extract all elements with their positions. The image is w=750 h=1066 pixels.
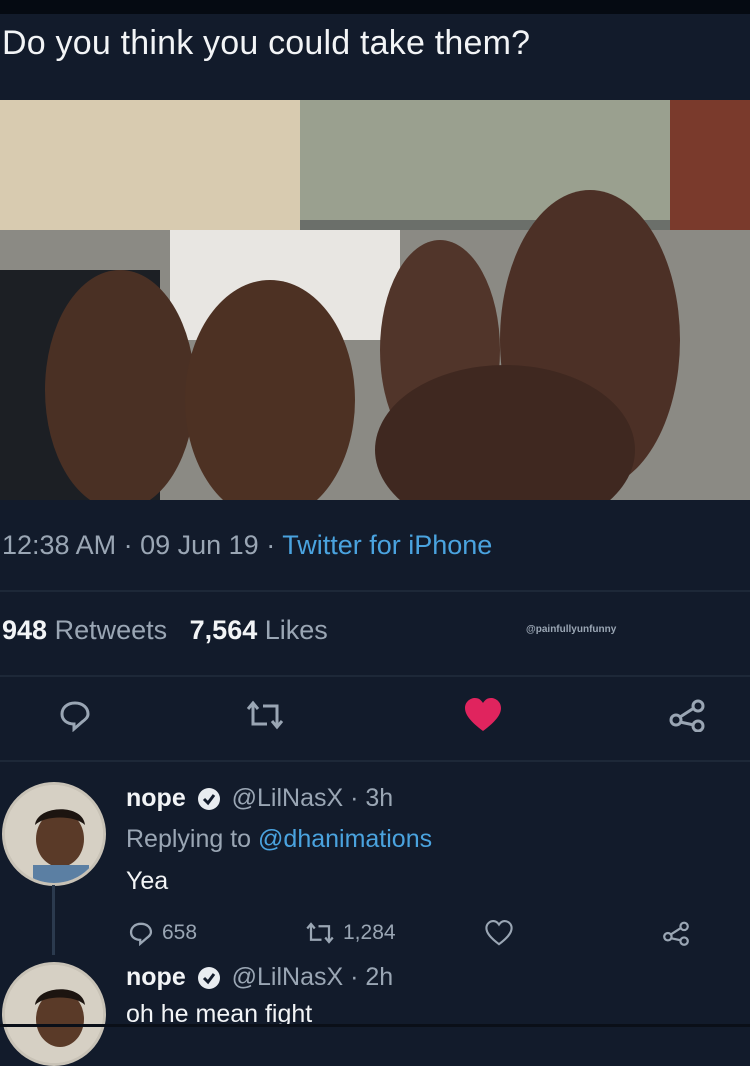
likes-label: Likes xyxy=(264,615,328,645)
share-icon xyxy=(663,921,689,946)
share-button[interactable] xyxy=(662,690,712,740)
tweet-text: Do you think you could take them? xyxy=(2,24,531,62)
tweet-meta: 12:38 AM · 09 Jun 19 · Twitter for iPhon… xyxy=(2,530,492,561)
tweet-actions xyxy=(0,690,750,745)
reply-header: nope @LilNasX · 2h xyxy=(126,963,393,992)
top-bar xyxy=(0,0,750,14)
reply-button[interactable] xyxy=(50,690,100,740)
reply-separator: · xyxy=(350,784,366,812)
verified-icon xyxy=(197,967,220,990)
reply-reply-button[interactable]: 658 xyxy=(128,920,197,946)
divider xyxy=(0,590,750,592)
share-icon xyxy=(669,699,705,732)
replying-mention-link[interactable]: @dhanimations xyxy=(258,825,432,853)
reply-header: nope @LilNasX · 3h xyxy=(126,784,393,813)
tweet-photo[interactable] xyxy=(0,100,750,500)
tweet-date: 09 Jun 19 xyxy=(140,530,259,560)
reply-icon xyxy=(60,701,90,732)
reply-age: 3h xyxy=(365,784,394,812)
divider xyxy=(0,760,750,762)
tweet-time: 12:38 AM xyxy=(2,530,117,560)
reply-share-button[interactable] xyxy=(662,920,690,946)
reply-separator: · xyxy=(350,963,366,991)
reply-text: Yea xyxy=(126,867,169,895)
retweets-count: 948 xyxy=(2,615,48,645)
reply-icon xyxy=(129,922,153,946)
watermark: @painfullyunfunny xyxy=(526,624,617,635)
retweet-count: 1,284 xyxy=(343,921,396,944)
avatar-image xyxy=(5,965,103,1063)
tweet-source-link[interactable]: Twitter for iPhone xyxy=(282,530,492,560)
reply-author-handle[interactable]: @LilNasX xyxy=(232,784,344,812)
likes-stat[interactable]: 7,564 Likes xyxy=(190,615,328,645)
replying-prefix: Replying to xyxy=(126,825,252,853)
bottom-divider xyxy=(0,1024,750,1027)
reply-author-name[interactable]: nope xyxy=(126,784,186,812)
retweet-button[interactable] xyxy=(240,690,290,740)
like-icon xyxy=(485,920,513,946)
retweet-icon xyxy=(246,700,284,730)
photo-illustration xyxy=(0,100,750,500)
reply-author-handle[interactable]: @LilNasX xyxy=(232,963,344,991)
like-icon-filled xyxy=(465,698,501,731)
reply-count: 658 xyxy=(162,921,198,944)
retweets-label: Retweets xyxy=(54,615,168,645)
reply-like-button[interactable] xyxy=(485,920,513,946)
avatar[interactable] xyxy=(2,962,106,1066)
meta-separator: · xyxy=(123,530,141,560)
likes-count: 7,564 xyxy=(189,615,258,645)
divider xyxy=(0,675,750,677)
avatar[interactable] xyxy=(2,782,106,886)
reply-retweet-button[interactable]: 1,284 xyxy=(305,920,396,946)
retweet-icon xyxy=(306,922,334,944)
reply-age: 2h xyxy=(365,963,394,991)
reply-author-name[interactable]: nope xyxy=(126,963,186,991)
replying-to: Replying to @dhanimations xyxy=(126,825,432,854)
avatar-image xyxy=(5,785,103,883)
verified-icon xyxy=(197,788,220,811)
meta-separator: · xyxy=(266,530,283,560)
like-button[interactable] xyxy=(458,690,508,740)
retweets-stat[interactable]: 948 Retweets xyxy=(2,615,167,645)
tweet-stats: 948 Retweets 7,564 Likes xyxy=(2,615,328,646)
thread-line xyxy=(52,885,55,955)
